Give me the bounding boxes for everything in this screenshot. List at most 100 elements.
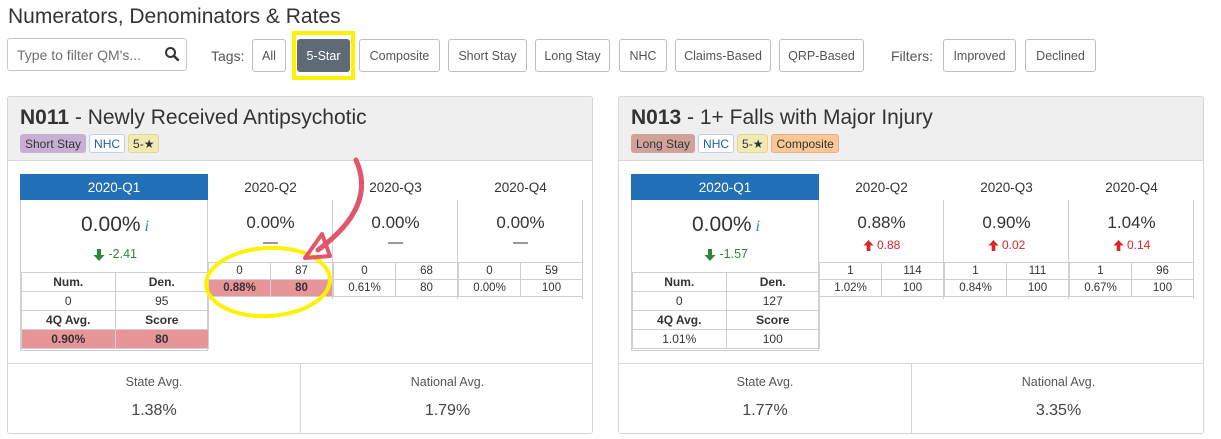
- quarter-panel-q3: 0.00% — 0 68 0.61% 80: [333, 200, 458, 299]
- badge-list: Long Stay NHC 5-★ Composite: [631, 134, 839, 153]
- measure-name: - 1+ Falls with Major Injury: [681, 106, 933, 129]
- badge-list: Short Stay NHC 5-★: [20, 134, 160, 153]
- tag-nhc-button[interactable]: NHC: [619, 39, 667, 72]
- quarter-change-value: 0.02: [1001, 238, 1026, 252]
- national-avg-panel: National Avg. 3.35%: [912, 363, 1203, 433]
- info-icon[interactable]: i: [145, 218, 149, 235]
- tags-label: Tags:: [211, 48, 245, 64]
- card-header: N011 - Newly Received Antipsychotic Shor…: [8, 97, 592, 161]
- national-avg-panel: National Avg. 1.79%: [301, 363, 592, 433]
- search-input[interactable]: [8, 39, 148, 70]
- state-avg-label: State Avg.: [125, 375, 183, 389]
- info-icon[interactable]: i: [756, 218, 760, 235]
- filter-declined-button[interactable]: Declined: [1025, 39, 1096, 72]
- numerator: 1: [819, 262, 882, 280]
- tag-composite-button[interactable]: Composite: [359, 39, 440, 72]
- rate-change-value: -2.41: [108, 247, 137, 261]
- quarter-panel-q2: 0.88% 0.88 1 114 1.02% 100: [819, 200, 944, 299]
- current-stats-table: Num. Den. 0 95 4Q Avg. Score 0.90% 80: [21, 272, 209, 349]
- quarter-change-value: 0.14: [1126, 238, 1151, 252]
- tab-2020-q4[interactable]: 2020-Q4: [458, 174, 583, 200]
- quarter-rate: 0.88%: [857, 213, 906, 232]
- denominator: 127: [725, 291, 820, 311]
- num-label: Num.: [632, 272, 727, 292]
- four-q-avg: 0.00%: [458, 279, 521, 297]
- qm-filter-search[interactable]: [7, 38, 187, 71]
- current-rate-value: 0.00%: [81, 213, 141, 236]
- four-q-avg: 0.61%: [333, 279, 396, 297]
- national-avg-label: National Avg.: [1021, 375, 1096, 389]
- rate-change: -1.57: [632, 247, 820, 261]
- arrow-up-icon: [1113, 240, 1124, 252]
- tab-2020-q2[interactable]: 2020-Q2: [208, 174, 333, 200]
- numerator: 1: [944, 262, 1007, 280]
- four-q-avg: 1.01%: [632, 329, 727, 349]
- tag-claims-based-button[interactable]: Claims-Based: [675, 39, 771, 72]
- score-label: Score: [114, 310, 209, 330]
- state-avg-label: State Avg.: [736, 375, 794, 389]
- denominator: 114: [881, 262, 944, 280]
- search-icon[interactable]: [164, 46, 180, 62]
- quarter-panel-q4: 1.04% 0.14 1 96 0.67% 100: [1069, 200, 1194, 299]
- quarter-stats: 1 111 0.84% 100: [944, 262, 1069, 297]
- tab-2020-q1[interactable]: 2020-Q1: [20, 174, 208, 200]
- four-q-avg-label: 4Q Avg.: [21, 310, 116, 330]
- quarter-rate: 0.00%: [371, 213, 420, 232]
- quarter-rate: 0.00%: [246, 213, 295, 232]
- quarter-change: —: [263, 234, 278, 251]
- badge-5-star: 5-★: [737, 134, 769, 153]
- tab-2020-q1[interactable]: 2020-Q1: [631, 174, 819, 200]
- tag-qrp-based-button[interactable]: QRP-Based: [779, 39, 864, 72]
- quarter-stats: 0 87 0.88% 80: [208, 262, 333, 297]
- numerator: 0: [333, 262, 396, 280]
- tab-2020-q2[interactable]: 2020-Q2: [819, 174, 944, 200]
- arrow-up-icon: [863, 240, 874, 252]
- arrow-up-icon: [988, 240, 999, 252]
- quarter-rate: 0.00%: [496, 213, 545, 232]
- denominator: 68: [395, 262, 458, 280]
- denominator: 87: [270, 262, 333, 280]
- card-header: N013 - 1+ Falls with Major Injury Long S…: [619, 97, 1203, 161]
- tag-all-button[interactable]: All: [252, 39, 286, 72]
- score: 80: [114, 329, 209, 349]
- quarter-stats: 0 68 0.61% 80: [333, 262, 458, 297]
- badge-nhc: NHC: [89, 134, 126, 153]
- measure-name: - Newly Received Antipsychotic: [69, 106, 367, 129]
- quarter-stats: 0 59 0.00% 100: [458, 262, 583, 297]
- four-q-avg: 0.67%: [1069, 279, 1132, 297]
- four-q-avg: 0.90%: [21, 329, 116, 349]
- quarter-tabs: 2020-Q1 2020-Q2 2020-Q3 2020-Q4: [631, 174, 1194, 200]
- annotation-highlight-box: [292, 31, 355, 80]
- numerator: 0: [208, 262, 271, 280]
- quarter-change: —: [513, 234, 528, 251]
- quarter-panel-q4: 0.00% — 0 59 0.00% 100: [458, 200, 583, 299]
- filter-improved-button[interactable]: Improved: [943, 39, 1016, 72]
- four-q-avg: 1.02%: [819, 279, 882, 297]
- national-avg-value: 3.35%: [1035, 402, 1082, 419]
- tab-2020-q4[interactable]: 2020-Q4: [1069, 174, 1194, 200]
- numerator: 1: [1069, 262, 1132, 280]
- score: 80: [395, 279, 458, 297]
- den-label: Den.: [114, 272, 209, 292]
- tag-short-stay-button[interactable]: Short Stay: [448, 39, 527, 72]
- state-avg-panel: State Avg. 1.38%: [8, 363, 301, 433]
- tag-long-stay-button[interactable]: Long Stay: [535, 39, 610, 72]
- tab-2020-q3[interactable]: 2020-Q3: [944, 174, 1069, 200]
- quarter-panel-q2: 0.00% — 0 87 0.88% 80: [208, 200, 333, 299]
- quarter-rate: 1.04%: [1107, 213, 1156, 232]
- badge-nhc: NHC: [698, 134, 735, 153]
- numerator: 0: [21, 291, 116, 311]
- tab-2020-q3[interactable]: 2020-Q3: [333, 174, 458, 200]
- current-rate: 0.00% i: [21, 213, 209, 237]
- measure-code: N011: [20, 106, 70, 129]
- arrow-down-icon: [704, 248, 716, 261]
- state-avg-value: 1.77%: [742, 402, 788, 419]
- num-label: Num.: [21, 272, 116, 292]
- score: 80: [270, 279, 333, 297]
- denominator: 96: [1131, 262, 1194, 280]
- national-avg-label: National Avg.: [410, 375, 485, 389]
- quarter-change: —: [388, 234, 403, 251]
- quarter-panel-q3: 0.90% 0.02 1 111 0.84% 100: [944, 200, 1069, 299]
- denominator: 95: [114, 291, 209, 311]
- badge-long-stay: Long Stay: [631, 134, 696, 153]
